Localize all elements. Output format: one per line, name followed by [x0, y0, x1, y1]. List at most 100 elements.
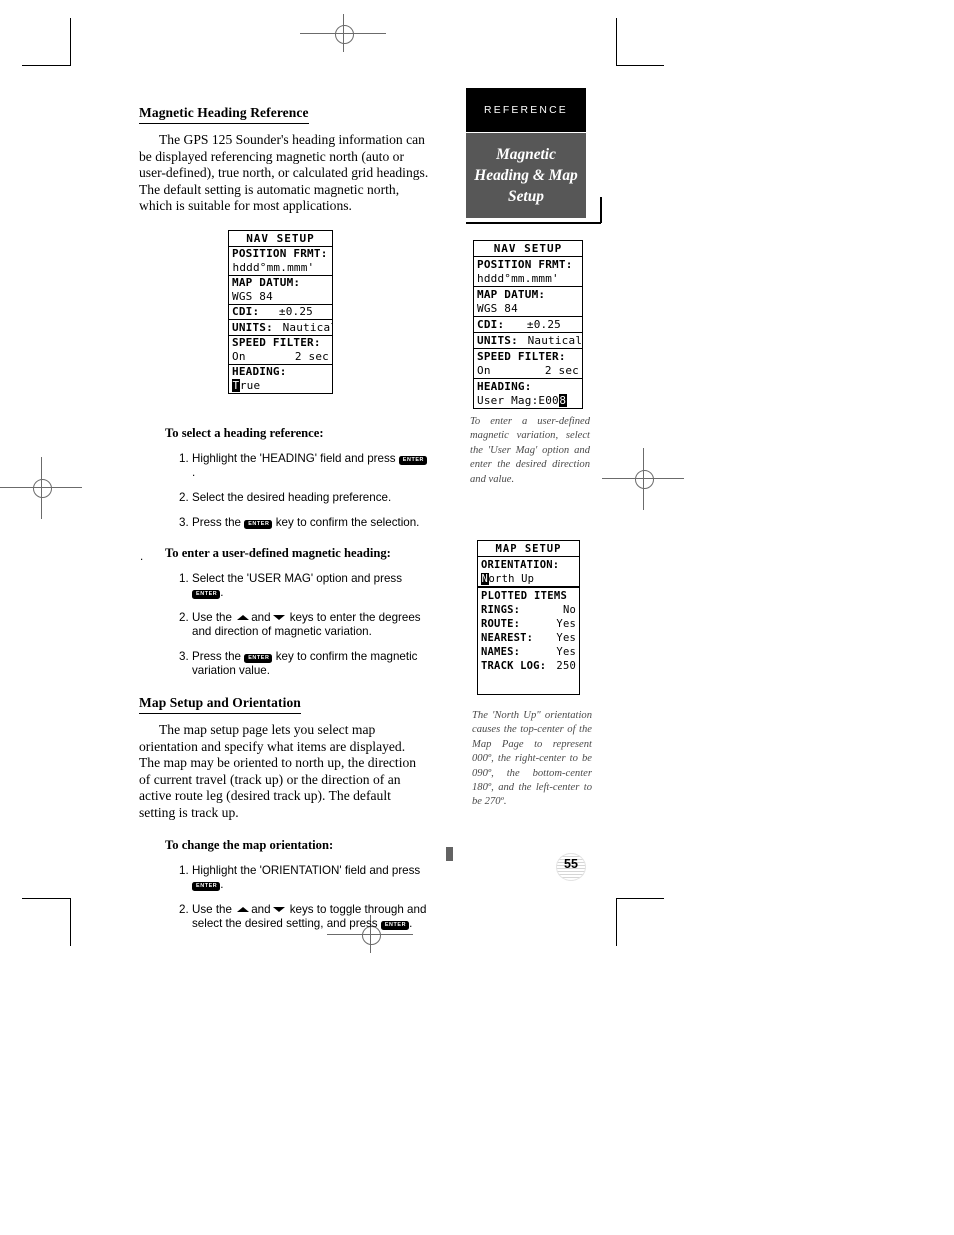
step-item: 2. Select the desired heading preference. [179, 491, 429, 505]
enter-key-icon: ENTER [398, 455, 428, 465]
left-text-column: Magnetic Heading Reference The GPS 125 S… [139, 104, 429, 931]
plotted-item-row: ROUTE: Yes [481, 617, 576, 631]
section-title-block: Magnetic Heading & Map Setup [466, 133, 586, 218]
step-item: 2. Use the and keys to toggle through and… [179, 903, 429, 931]
crop-mark-bottom-left-horizontal [22, 898, 70, 899]
plotted-item-row: NEAREST: Yes [481, 631, 576, 645]
field-label: UNITS: [232, 320, 273, 334]
field-value: WGS 84 [477, 301, 518, 315]
step-item: 1. Highlight the 'HEADING' field and pres… [179, 452, 429, 480]
plotted-items-header: PLOTTED ITEMS [481, 590, 568, 602]
field-value: User Mag:E008 [477, 393, 579, 408]
enter-key-icon: ENTER [192, 589, 221, 599]
screen-title: MAP SETUP [478, 541, 579, 557]
field-value: ±0.25 [526, 317, 561, 331]
registration-rule-right-vertical [643, 448, 644, 510]
procedure-title-change-map-orientation: To change the map orientation: [165, 837, 334, 852]
field-value: WGS 84 [232, 289, 273, 303]
page-number: 55 [564, 857, 578, 871]
step-text-pre: Press the [192, 515, 245, 529]
screen-row-units: UNITS: Nautical [229, 320, 332, 336]
section-title-line-3: Setup [508, 188, 544, 205]
heading-map-setup-and-orientation: Map Setup and Orientation [139, 695, 301, 714]
field-label: UNITS: [477, 333, 518, 347]
step-item: 3. Press the ENTER key to confirm the sel… [179, 516, 429, 530]
enter-key-icon: ENTER [244, 653, 273, 663]
field-label: HEADING: [232, 365, 287, 378]
crop-mark-top-right-vertical [616, 18, 617, 66]
gps-screen-nav-setup-user-mag: NAV SETUP POSITION FRMT: hddd°mm.mmm' MA… [473, 240, 583, 409]
step-item: 1. Select the 'USER MAG' option and press… [179, 572, 429, 600]
field-value-text: User Mag:E00 [477, 393, 559, 407]
step-item: 2. Use the and keys to enter the degrees … [179, 611, 429, 639]
field-label: ORIENTATION: [481, 558, 560, 571]
field-label: MAP DATUM: [232, 276, 301, 289]
crop-mark-bottom-right-horizontal [616, 898, 664, 899]
plotted-items-section: PLOTTED ITEMS RINGS: No ROUTE: Yes NEARE… [478, 588, 579, 673]
screen-row-speed-filter: SPEED FILTER: On 2 sec [229, 336, 332, 365]
field-value: True [232, 378, 329, 393]
registration-rule-bottom [327, 934, 413, 935]
registration-ring-icon [334, 24, 354, 44]
step-text-post: . [192, 465, 196, 479]
enter-key-icon: ENTER [380, 920, 410, 930]
procedure-title-user-defined-magnetic-heading: To enter a user-defined magnetic heading… [165, 545, 391, 560]
field-label: HEADING: [477, 379, 532, 393]
paragraph-map-setup-and-orientation: The map setup page lets you select map o… [139, 721, 417, 820]
procedure-title-select-heading-reference: To select a heading reference: [165, 425, 324, 440]
step-text-post: key to confirm the selection. [272, 515, 420, 529]
step-number: 2. [179, 902, 189, 916]
cursor-highlight: T [232, 378, 240, 392]
field-label: CDI: [232, 305, 260, 318]
step-text-pre: Use the [192, 902, 236, 916]
caption-user-mag: To enter a user-defined magnetic variati… [470, 416, 590, 485]
step-number: 1. [179, 571, 189, 585]
field-value: On [232, 349, 246, 363]
field-value: Yes [556, 632, 576, 644]
registration-rule-top [300, 33, 386, 34]
section-tab-reference: REFERENCE [466, 88, 586, 132]
page-number-badge: 55 [556, 853, 588, 883]
step-text-pre: Press the [192, 649, 245, 663]
field-value-rest: orth Up [488, 572, 535, 585]
field-value: Nautical [527, 333, 582, 347]
enter-key-icon: ENTER [192, 881, 221, 891]
step-number: 3. [179, 515, 189, 529]
field-value: Nautical [282, 320, 332, 334]
crop-mark-top-left-horizontal [22, 65, 70, 66]
registration-rule-left-vertical [41, 457, 42, 519]
screen-row-map-datum: MAP DATUM: WGS 84 [474, 287, 582, 317]
field-label: RINGS: [481, 604, 521, 616]
stray-mark: . [140, 550, 144, 563]
field-label: POSITION FRMT: [477, 257, 573, 271]
screen-title: NAV SETUP [474, 241, 582, 257]
arrow-down-key-icon [272, 614, 285, 620]
screen-row-heading: HEADING: User Mag:E008 [474, 379, 582, 408]
step-number: 1. [179, 863, 189, 877]
field-label: TRACK LOG: [481, 660, 547, 672]
step-text-pre: Highlight the 'HEADING' field and press [192, 451, 399, 465]
field-value: Yes [556, 646, 576, 658]
crop-mark-top-right-horizontal [616, 65, 664, 66]
screen-title: NAV SETUP [229, 231, 332, 247]
step-number: 2. [179, 610, 189, 624]
step-number: 3. [179, 649, 189, 663]
screen-row-orientation: ORIENTATION: North Up [478, 557, 579, 588]
screen-row-cdi: CDI: ±0.25 [474, 317, 582, 333]
field-label: SPEED FILTER: [477, 349, 566, 363]
margin-tick-mark [446, 847, 453, 861]
field-value: On [477, 363, 491, 377]
title-rule-vertical [600, 197, 602, 223]
enter-key-icon: ENTER [244, 519, 273, 529]
step-text-pre: Highlight the 'ORIENTATION' field and pr… [192, 863, 421, 877]
registration-ring-icon [32, 478, 52, 498]
step-text-pre: Select the 'USER MAG' option and press [192, 571, 402, 585]
cursor-highlight: N [481, 572, 489, 585]
field-value: hddd°mm.mmm' [232, 260, 315, 274]
step-text-post: . [220, 585, 224, 599]
crop-mark-top-left-vertical [70, 18, 71, 66]
field-value: hddd°mm.mmm' [477, 271, 559, 285]
gps-screen-map-setup: MAP SETUP ORIENTATION: North Up PLOTTED … [477, 540, 580, 695]
field-value-rest: rue [239, 378, 261, 392]
